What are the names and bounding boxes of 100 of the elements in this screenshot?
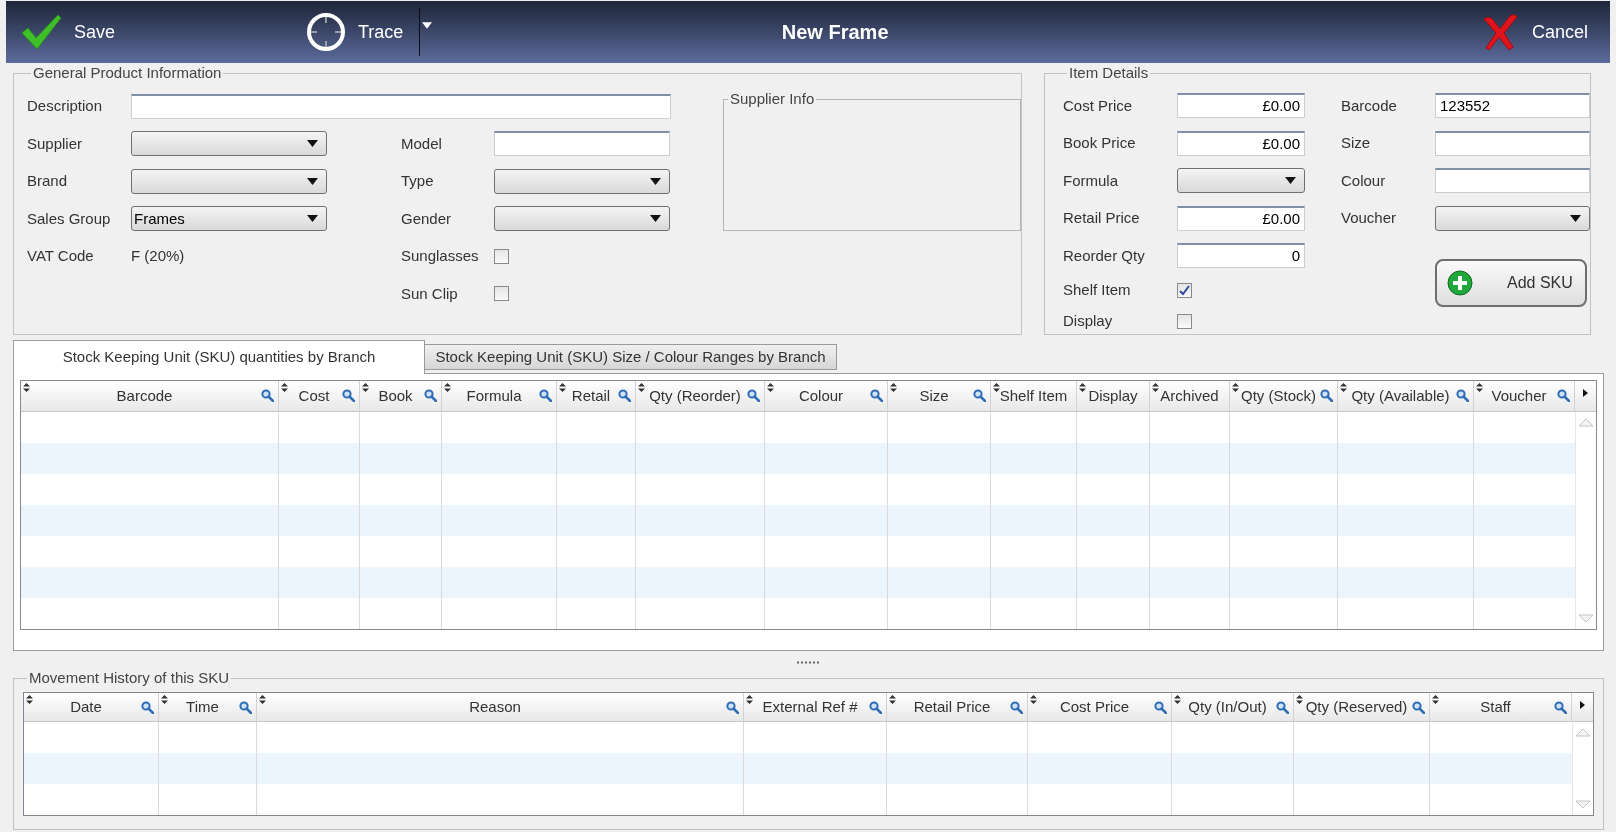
search-icon[interactable] [1557,389,1570,402]
checkbox[interactable] [1177,282,1192,298]
dropdown[interactable] [1177,168,1305,194]
input-field[interactable]: 0 [1177,243,1305,269]
search-icon[interactable] [261,389,274,402]
input-field[interactable] [131,93,671,119]
column-header[interactable]: Retail Price [887,693,1028,722]
checkbox[interactable] [494,286,509,302]
sort-icon[interactable] [259,695,266,704]
search-icon[interactable] [1412,701,1425,714]
sort-icon[interactable] [161,695,168,704]
sort-icon[interactable] [23,383,30,392]
column-header[interactable]: Cost [279,381,360,412]
search-icon[interactable] [870,389,883,402]
sort-icon[interactable] [767,383,774,392]
search-icon[interactable] [1010,701,1023,714]
column-header[interactable]: Date [24,693,159,722]
column-header[interactable]: Colour [765,381,888,412]
sort-icon[interactable] [1340,383,1347,392]
column-header[interactable]: Barcode [21,381,279,412]
field-label: Sunglasses [401,246,480,266]
sort-icon[interactable] [1079,383,1086,392]
sort-icon[interactable] [1296,695,1303,704]
sort-icon[interactable] [890,383,897,392]
dropdown[interactable] [494,206,670,232]
search-icon[interactable] [1554,701,1567,714]
column-header[interactable]: Qty (In/Out) [1172,693,1294,722]
save-button[interactable]: Save [18,9,118,55]
search-icon[interactable] [424,389,437,402]
column-header[interactable]: Reason [257,693,744,722]
column-header[interactable]: Formula [442,381,557,412]
column-header[interactable]: Qty (Available) [1338,381,1474,412]
search-icon[interactable] [1154,701,1167,714]
cancel-button[interactable]: Cancel [1477,9,1590,55]
column-chooser-icon[interactable] [1583,389,1588,397]
column-header[interactable]: Staff [1430,693,1572,722]
column-header[interactable]: Cost Price [1028,693,1172,722]
search-icon[interactable] [539,389,552,402]
column-header[interactable]: Qty (Reorder) [636,381,765,412]
add-sku-button[interactable]: Add SKU [1435,259,1587,307]
search-icon[interactable] [869,701,882,714]
dropdown[interactable] [494,168,670,194]
sort-icon[interactable] [889,695,896,704]
search-icon[interactable] [141,701,154,714]
search-icon[interactable] [618,389,631,402]
input-field[interactable]: 123552 [1435,93,1590,119]
dropdown[interactable] [131,131,327,157]
dropdown[interactable]: Frames [131,206,327,232]
column-header[interactable]: Voucher [1474,381,1575,412]
input-field[interactable] [1435,130,1590,156]
sort-icon[interactable] [1476,383,1483,392]
column-header[interactable]: Retail [557,381,636,412]
search-icon[interactable] [1456,389,1469,402]
search-icon[interactable] [239,701,252,714]
tab[interactable]: Stock Keeping Unit (SKU) Size / Colour Ranges by Branch [425,344,837,370]
dropdown[interactable] [131,168,327,194]
sort-icon[interactable] [746,695,753,704]
sort-icon[interactable] [26,695,33,704]
group-title: Movement History of this SKU [28,670,231,686]
column-header[interactable]: Qty (Reserved) [1294,693,1430,722]
sort-icon[interactable] [1030,695,1037,704]
input-field[interactable] [1435,168,1590,194]
sort-icon[interactable] [993,383,1000,392]
field-label: Brand [27,171,69,191]
column-header[interactable]: Display [1077,381,1150,412]
checkbox[interactable] [1177,313,1192,329]
search-icon[interactable] [973,389,986,402]
column-header[interactable]: Book [360,381,442,412]
sort-icon[interactable] [362,383,369,392]
field-label: Sun Clip [401,283,459,304]
trace-button[interactable]: Trace [304,9,406,55]
search-icon[interactable] [726,701,739,714]
input-field[interactable]: £0.00 [1177,93,1305,119]
sort-icon[interactable] [1152,383,1159,392]
tab[interactable]: Stock Keeping Unit (SKU) quantities by Branch [13,340,425,374]
sort-icon[interactable] [444,383,451,392]
sort-icon[interactable] [638,383,645,392]
input-field[interactable]: £0.00 [1177,205,1305,231]
dropdown[interactable] [1435,205,1590,231]
search-icon[interactable] [747,389,760,402]
search-icon[interactable] [1276,701,1289,714]
grip-icon[interactable] [797,660,819,664]
column-header[interactable]: Time [159,693,257,722]
sort-icon[interactable] [1232,383,1239,392]
sort-icon[interactable] [559,383,566,392]
search-icon[interactable] [342,389,355,402]
input-field[interactable] [494,131,670,157]
group-title: Supplier Info [729,91,816,107]
input-field[interactable]: £0.00 [1177,130,1305,156]
column-header[interactable]: Qty (Stock) [1230,381,1338,412]
column-chooser-icon[interactable] [1580,701,1585,709]
sort-icon[interactable] [281,383,288,392]
checkbox[interactable] [494,248,509,264]
sort-icon[interactable] [1174,695,1181,704]
column-header[interactable]: Archived [1150,381,1230,412]
column-header[interactable]: Size [888,381,991,412]
column-header[interactable]: External Ref # [744,693,887,722]
search-icon[interactable] [1320,389,1333,402]
sort-icon[interactable] [1432,695,1439,704]
column-header[interactable]: Shelf Item [991,381,1077,412]
